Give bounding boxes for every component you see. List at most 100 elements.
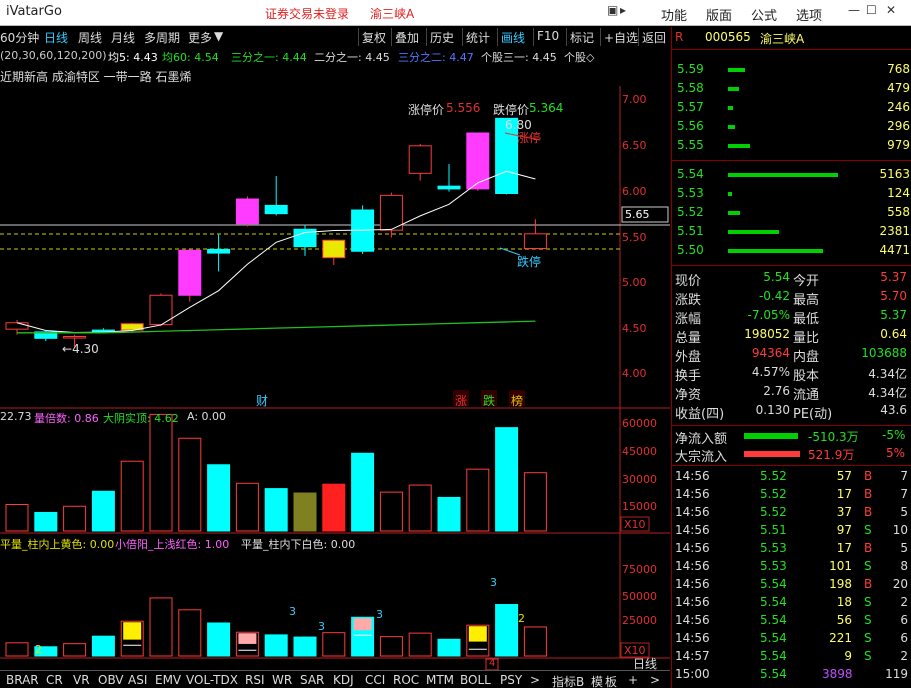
tick-volume: 101 [829,559,852,573]
stat-value: 43.6 [880,403,907,417]
event-mark-cai[interactable]: 财 [256,392,268,409]
tab-vr[interactable]: VR [73,673,90,687]
tick-side: B [864,541,873,555]
chart-area[interactable] [0,0,670,670]
stat-key: 涨跌 [675,293,702,308]
sub-bar [5,642,29,657]
tab-brar[interactable]: BRAR [6,673,39,687]
tick-count: 7 [900,469,908,483]
sub-mark-4: 3 [376,608,383,621]
volume-bars [5,413,547,532]
tick-side: S [864,613,872,627]
stat-value: -0.42 [758,289,790,303]
tab-kdj[interactable]: KDJ [333,673,354,687]
tick-side: B [864,577,873,591]
menu-options[interactable]: 选项 [796,5,822,24]
tick-price: 5.54 [760,649,787,663]
board-button[interactable]: 板 [605,673,617,688]
stat-key: 换手 [675,369,702,384]
net-inflow-pct: -5% [882,428,906,442]
tab-obv[interactable]: OBV [98,673,124,687]
candle-body [207,248,231,254]
ask-price: 5.57 [677,100,704,114]
stock-r-icon: R [675,30,684,44]
event-mark-die[interactable]: 跌 [483,392,495,409]
vol-label-1: 量倍数: 0.86 [34,412,99,425]
ask-depth-bar [728,68,745,72]
sub-bar [495,604,519,657]
sub-bar [149,597,173,657]
tick-side: S [864,631,872,645]
current-price-tag: 5.65 [625,208,650,221]
sub-axis-75000: 75000 [622,563,657,576]
ask-volume: 979 [887,138,910,152]
template-button[interactable]: 模 [591,673,603,688]
maximize-icon[interactable]: ☐ [866,3,877,17]
limit-down-value: 5.364 [529,101,564,115]
event-mark-zhang[interactable]: 涨 [455,392,467,409]
tab-sar[interactable]: SAR [300,673,324,687]
candle-body [523,233,547,249]
axis-label-6-5: 6.50 [622,139,647,152]
divider [672,425,911,426]
candle-body [264,204,288,215]
sub-axis-25000: 25000 [622,614,657,627]
tick-price: 5.54 [760,577,787,591]
tab-rsi[interactable]: RSI [245,673,265,687]
volume-bar [34,511,58,532]
add-indicator-icon[interactable]: + [628,673,638,687]
tab-psy[interactable]: PSY [500,673,522,687]
bid-price: 5.51 [677,224,704,238]
volume-bar [437,496,461,532]
tab-asi[interactable]: ASI [128,673,147,687]
stat-value: 5.54 [763,270,790,284]
ask-depth-bar [728,144,750,148]
tick-count: 10 [892,523,908,537]
volume-bar [495,427,519,532]
tick-count: 8 [900,559,908,573]
tick-side: S [864,595,872,609]
tick-time: 14:56 [675,523,710,537]
tab-boll[interactable]: BOLL [460,673,491,687]
divider [672,160,911,161]
sub-label-3: 平量_柱内下白色: 0.00 [241,538,356,551]
menu-formula[interactable]: 公式 [751,5,777,24]
tab-mtm[interactable]: MTM [426,673,454,687]
candle [149,293,173,327]
event-mark-bang[interactable]: 榜 [511,392,523,409]
tab-scroll-right-icon[interactable]: > [530,673,540,687]
volume-bar [264,488,288,532]
ask-depth-bar [728,87,739,91]
tick-volume: 57 [836,469,852,483]
tick-volume: 97 [836,523,852,537]
ask-volume: 479 [887,81,910,95]
tab-roc[interactable]: ROC [393,673,419,687]
indicator-b-button[interactable]: 指标B [552,673,584,688]
sub-mark-2: 3 [289,605,296,618]
tab-cr[interactable]: CR [46,673,63,687]
ask-price: 5.58 [677,81,704,95]
axis-label-4-5: 4.50 [622,322,647,335]
tab-cci[interactable]: CCI [365,673,385,687]
stat-value: 0.64 [880,327,907,341]
close-icon[interactable]: ✕ [886,3,896,17]
stat-value: 4.34亿 [868,386,907,400]
stat-value: -7.05% [747,308,790,322]
tab-vol-tdx[interactable]: VOL-TDX [186,673,238,687]
vol-axis-15000: 15000 [622,500,657,513]
minimize-icon[interactable]: — [848,3,860,17]
tab-emv[interactable]: EMV [155,673,181,687]
stat-value: 5.37 [880,308,907,322]
menu-layout[interactable]: 版面 [706,5,732,24]
tick-volume: 17 [836,541,852,555]
bid-price: 5.50 [677,243,704,257]
axis-label-5-5: 5.50 [622,231,647,244]
divider [672,49,911,50]
volume-bar [178,437,202,532]
vol-axis-45000: 45000 [622,445,657,458]
tick-time: 14:56 [675,613,710,627]
divider [672,265,911,266]
scroll-right-icon[interactable]: > [650,673,660,687]
tick-side: S [864,523,872,537]
tab-wr[interactable]: WR [272,673,292,687]
